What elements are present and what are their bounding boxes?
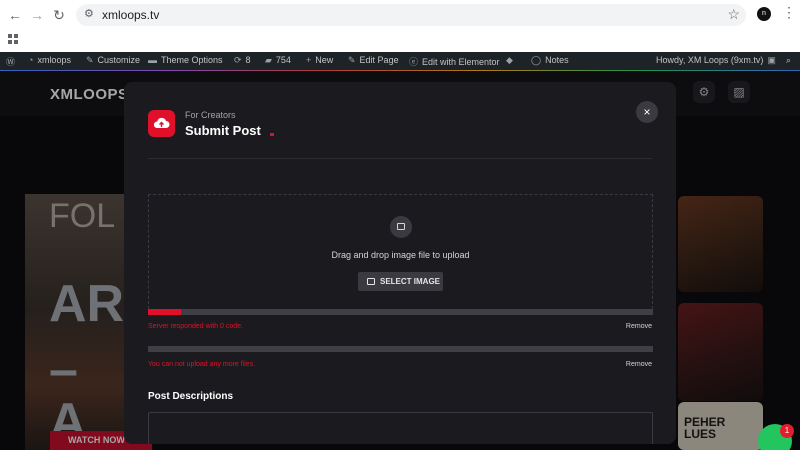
elementor-icon: ⓔ <box>409 57 419 67</box>
upload-error-message: You can not upload any more files. <box>148 361 256 368</box>
address-bar[interactable]: ⚙ xmloops.tv ☆ <box>76 4 746 26</box>
url-text: xmloops.tv <box>102 8 160 22</box>
divider <box>148 158 652 159</box>
plus-icon: + <box>306 55 312 65</box>
remove-file-link[interactable]: Remove <box>626 323 652 330</box>
adminbar-customize[interactable]: ✎ Customize <box>86 55 140 66</box>
adminbar-updates[interactable]: ⟳ 8 <box>234 55 251 66</box>
dashboard-icon: ◔ <box>28 55 34 65</box>
adminbar-edit-page[interactable]: ✎ Edit Page <box>348 55 399 66</box>
upload-progress-fill <box>148 309 181 315</box>
chat-notification-badge: 1 <box>780 424 794 438</box>
post-description-textarea[interactable] <box>148 412 653 444</box>
folder-icon: ▬ <box>148 55 157 65</box>
adminbar-theme-options[interactable]: ▬ Theme Options <box>148 55 223 65</box>
kebab-menu-icon[interactable]: ⋮ <box>782 4 796 21</box>
wordpress-icon[interactable]: Ⓦ <box>6 55 19 68</box>
upload-error-message: Server responded with 0 code. <box>148 323 243 330</box>
select-image-button[interactable]: SELECT IMAGE <box>358 272 443 291</box>
search-icon[interactable]: ⌕ <box>786 55 791 66</box>
avatar-icon: ▣ <box>767 55 776 65</box>
forward-arrow-icon[interactable]: → <box>28 6 46 24</box>
image-icon <box>390 216 412 238</box>
title-accent <box>270 133 274 136</box>
adminbar-edit-elementor[interactable]: ⓔ Edit with Elementor <box>409 55 500 68</box>
submit-post-modal: For Creators Submit Post × Drag and drop… <box>124 82 676 444</box>
modal-title: Submit Post <box>185 123 261 138</box>
updates-icon: ⟳ <box>234 55 242 65</box>
remove-file-link[interactable]: Remove <box>626 361 652 368</box>
pencil-icon: ✎ <box>348 55 356 65</box>
adminbar-howdy[interactable]: Howdy, XM Loops (9xm.tv) ▣ <box>656 55 780 66</box>
modal-eyebrow: For Creators <box>185 110 236 120</box>
profile-avatar[interactable]: n <box>757 7 771 21</box>
upload-progress-bar <box>148 346 653 352</box>
close-button[interactable]: × <box>636 101 658 123</box>
site-settings-icon[interactable]: ⚙ <box>84 7 94 20</box>
dropzone-instructions: Drag and drop image file to upload <box>331 250 470 260</box>
brush-icon: ✎ <box>86 55 94 65</box>
wp-admin-bar: Ⓦ ◔ xmloops ✎ Customize ▬ Theme Options ⟳ 8 … <box>0 52 800 71</box>
section-heading: Post Descriptions <box>148 391 234 402</box>
image-dropzone[interactable]: Drag and drop image file to upload SELEC… <box>148 194 653 314</box>
diamond-icon[interactable]: ◆ <box>506 55 517 66</box>
upload-progress-bar <box>148 309 653 315</box>
adminbar-comments[interactable]: ▰ 754 <box>265 55 291 66</box>
adminbar-site-name[interactable]: ◔ xmloops <box>28 55 71 65</box>
cloud-upload-icon <box>148 110 175 137</box>
adminbar-new[interactable]: + New <box>306 55 333 65</box>
image-icon <box>367 278 375 285</box>
browser-chrome: ← → ↻ ⚙ xmloops.tv ☆ n ⋮ <box>0 0 800 52</box>
chat-icon: ◯ <box>531 55 542 65</box>
star-icon[interactable]: ☆ <box>727 6 740 23</box>
adminbar-notes[interactable]: ◯ Notes <box>531 55 569 66</box>
comment-icon: ▰ <box>265 55 272 65</box>
reload-icon[interactable]: ↻ <box>50 6 68 24</box>
back-arrow-icon[interactable]: ← <box>6 6 24 24</box>
apps-grid-icon[interactable] <box>8 34 18 44</box>
